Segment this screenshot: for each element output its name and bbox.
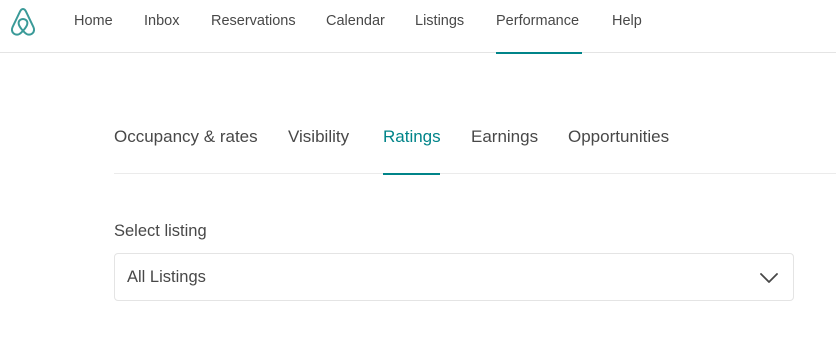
chevron-down-icon — [760, 273, 778, 283]
nav-item-help[interactable]: Help — [612, 0, 642, 53]
top-navigation-bar: Home Inbox Reservations Calendar Listing… — [0, 0, 836, 54]
tab-opportunities[interactable]: Opportunities — [568, 110, 669, 174]
tab-visibility[interactable]: Visibility — [288, 110, 349, 174]
tab-occupancy-rates[interactable]: Occupancy & rates — [114, 110, 258, 174]
listing-select-value: All Listings — [127, 268, 206, 286]
airbnb-logo-icon[interactable] — [9, 7, 37, 37]
nav-item-home[interactable]: Home — [74, 0, 113, 53]
tab-ratings[interactable]: Ratings — [383, 110, 441, 175]
nav-item-inbox[interactable]: Inbox — [144, 0, 179, 53]
nav-item-performance[interactable]: Performance — [496, 0, 582, 54]
performance-tabs: Occupancy & rates Visibility Ratings Ear… — [114, 110, 836, 175]
select-listing-label: Select listing — [114, 222, 207, 240]
nav-item-calendar[interactable]: Calendar — [326, 0, 385, 53]
listing-select[interactable]: All Listings — [114, 253, 794, 301]
tab-earnings[interactable]: Earnings — [471, 110, 538, 174]
nav-item-reservations[interactable]: Reservations — [211, 0, 296, 53]
nav-item-listings[interactable]: Listings — [415, 0, 464, 53]
